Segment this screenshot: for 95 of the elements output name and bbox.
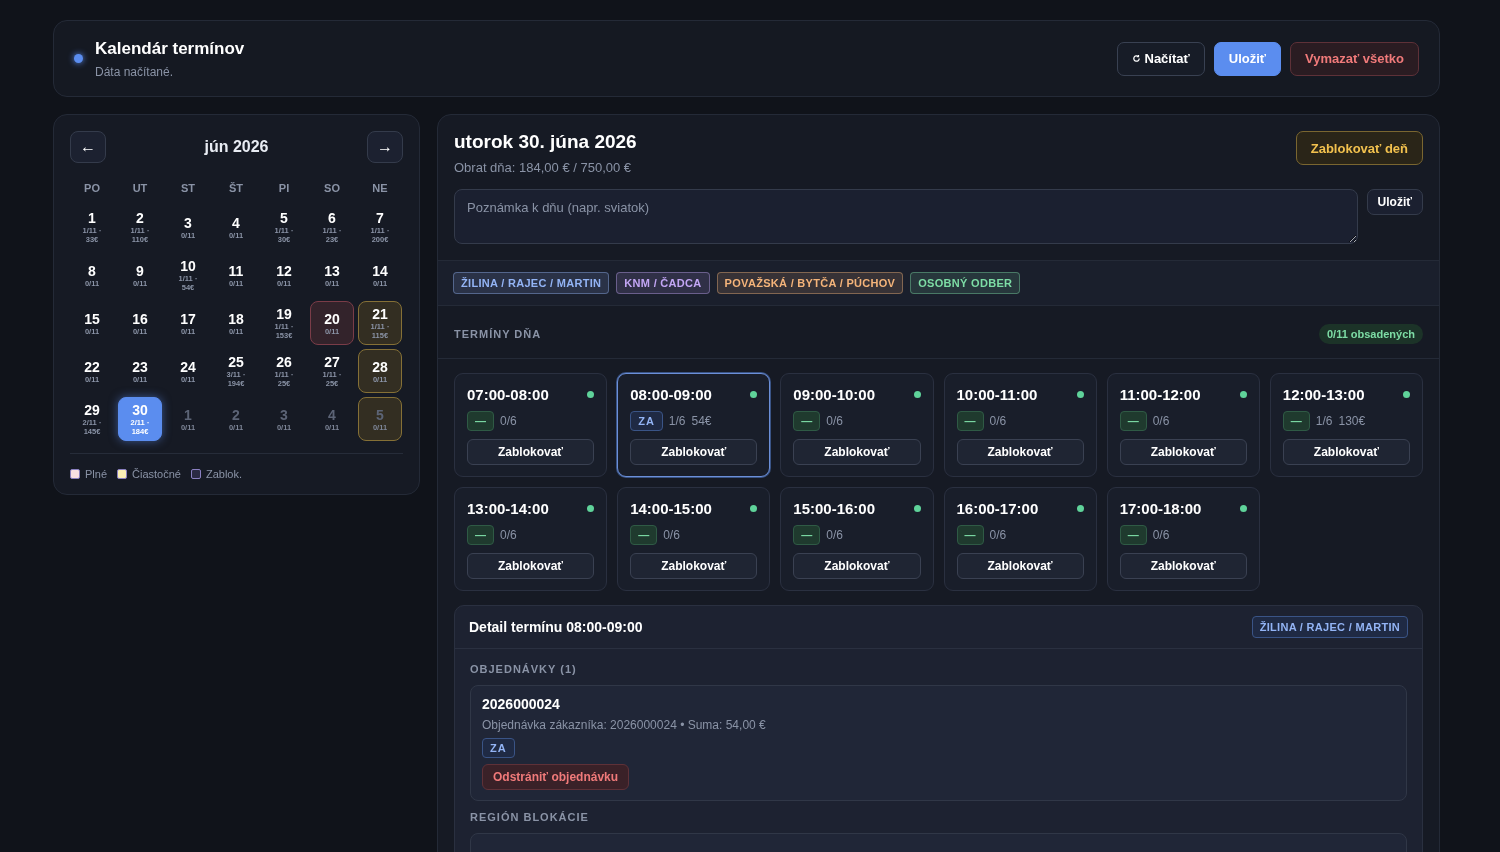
block-slot-button[interactable]: Zablokovať	[956, 553, 1084, 579]
order-number: 2026000024	[482, 696, 560, 712]
time-slot-card[interactable]: 07:00-08:00 — 0/6 Zablokovať	[454, 373, 608, 477]
slot-time: 17:00-18:00	[1119, 500, 1202, 517]
slot-count: 0/6	[1152, 414, 1170, 428]
slot-count: 0/6	[1152, 528, 1170, 542]
remove-order-button[interactable]: Odstrániť objednávku	[482, 764, 630, 790]
time-slot-card[interactable]: 10:00-11:00 — 0/6 Zablokovať	[943, 373, 1097, 477]
slot-amount: 54€	[691, 414, 712, 428]
slot-time: 13:00-14:00	[467, 500, 549, 517]
slot-count: 0/6	[500, 414, 517, 428]
slot-count: 1/6	[668, 414, 686, 428]
block-slot-button[interactable]: Zablokovať	[467, 553, 595, 579]
legend-label: Plné	[85, 468, 108, 480]
region-chip: —	[793, 525, 821, 545]
region-tag[interactable]: ŽILINA / RAJEC / MARTIN	[453, 272, 610, 294]
status-dot-icon	[74, 54, 83, 63]
time-slot-card[interactable]: 16:00-17:00 — 0/6 Zablokovať	[943, 487, 1097, 591]
block-slot-button[interactable]: Zablokovať	[467, 439, 595, 465]
detail-title: Detail termínu 08:00-09:00	[469, 619, 643, 635]
region-tag[interactable]: POVAŽSKÁ / BYTČA / PÚCHOV	[716, 272, 904, 294]
region-chip: —	[956, 525, 984, 545]
slot-count: 0/6	[500, 528, 517, 542]
section-label: OBJEDNÁVKY (1)	[470, 663, 577, 675]
slot-count: 1/6	[1315, 414, 1333, 428]
weekday-label: PO	[83, 181, 101, 196]
previous-month-button[interactable]: ←	[70, 131, 106, 163]
turnover-text: Obrat dňa: 184,00 € / 750,00 €	[454, 160, 633, 175]
slot-count: 0/6	[989, 414, 1007, 428]
time-slot-card[interactable]: 09:00-10:00 — 0/6 Zablokovať	[780, 373, 934, 477]
time-slot-card[interactable]: 17:00-18:00 — 0/6 Zablokovať	[1106, 487, 1260, 591]
slot-time: 11:00-12:00	[1119, 386, 1201, 403]
time-slot-card[interactable]: 13:00-14:00 — 0/6 Zablokovať	[454, 487, 608, 591]
block-slot-button[interactable]: Zablokovať	[793, 439, 921, 465]
region-chip: —	[1282, 411, 1310, 431]
status-text: Dáta načítané.	[95, 64, 175, 79]
section-label: REGIÓN BLOKÁCIE	[470, 811, 589, 823]
slot-time: 14:00-15:00	[630, 500, 712, 517]
weekday-label: PI	[277, 181, 291, 196]
region-tag[interactable]: KNM / ČADCA	[616, 272, 710, 294]
slot-time: 10:00-11:00	[956, 386, 1038, 403]
time-slot-card[interactable]: 15:00-16:00 — 0/6 Zablokovať	[780, 487, 934, 591]
slot-time: 09:00-10:00	[793, 386, 876, 403]
weekday-label: UT	[131, 181, 149, 196]
region-chip: —	[1119, 411, 1147, 431]
block-day-button[interactable]: Zablokovať deň	[1295, 131, 1423, 165]
slot-time: 12:00-13:00	[1282, 386, 1365, 403]
legend-label: Čiastočné	[132, 468, 181, 480]
slot-time: 15:00-16:00	[793, 500, 876, 517]
region-chip: —	[793, 411, 821, 431]
weekday-label: SO	[323, 181, 341, 196]
slot-count: 0/6	[989, 528, 1007, 542]
next-month-button[interactable]: →	[367, 131, 403, 163]
block-slot-button[interactable]: Zablokovať	[956, 439, 1084, 465]
order-description: Objednávka zákazníka: 2026000024 • Suma: 54,00 €	[482, 718, 766, 732]
slot-time: 07:00-08:00	[467, 386, 549, 403]
time-slot-card[interactable]: 11:00-12:00 — 0/6 Zablokovať	[1106, 373, 1260, 477]
header-button[interactable]: Načítať	[1116, 41, 1205, 76]
weekday-label: NE	[371, 181, 389, 196]
time-slot-card[interactable]: 12:00-13:00 — 1/6 130€ Zablokovať	[1269, 373, 1423, 477]
region-chip: —	[467, 411, 494, 431]
region-chip: ZA	[630, 411, 663, 431]
region-chip: —	[956, 411, 984, 431]
region-tag: ŽILINA / RAJEC / MARTIN	[1251, 616, 1408, 638]
day-title: utorok 30. júna 2026	[454, 131, 637, 153]
slot-time: 16:00-17:00	[956, 500, 1039, 517]
block-slot-button[interactable]: Zablokovať	[1282, 439, 1410, 465]
slot-count: 0/6	[663, 528, 680, 542]
weekday-label: ŠT	[227, 181, 245, 196]
slot-count: 0/6	[826, 528, 843, 542]
block-slot-button[interactable]: Zablokovať	[630, 439, 758, 465]
block-slot-button[interactable]: Zablokovať	[793, 553, 921, 579]
refresh-icon	[1131, 54, 1141, 63]
region-tag[interactable]: OSOBNÝ ODBER	[910, 272, 1021, 294]
region-chip: —	[1119, 525, 1147, 545]
slot-amount: 130€	[1338, 414, 1366, 428]
header-button[interactable]: Vymazať všetko	[1290, 41, 1419, 76]
time-slot-card[interactable]: 08:00-09:00 ZA 1/6 54€ Zablokovať	[617, 373, 771, 477]
weekday-label: ST	[179, 181, 197, 196]
region-chip: —	[630, 525, 658, 545]
slot-time: 08:00-09:00	[630, 386, 712, 403]
region-chip: —	[467, 525, 494, 545]
region-chip: ZA	[482, 738, 515, 758]
occupancy-badge: 0/11 obsadených	[1318, 324, 1423, 344]
block-slot-button[interactable]: Zablokovať	[630, 553, 758, 579]
slot-count: 0/6	[826, 414, 843, 428]
time-slot-card[interactable]: 14:00-15:00 — 0/6 Zablokovať	[617, 487, 771, 591]
section-label: TERMÍNY DŇA	[454, 328, 542, 340]
month-title: jún 2026	[204, 138, 269, 156]
block-slot-button[interactable]: Zablokovať	[1119, 439, 1247, 465]
save-note-button[interactable]: Uložiť	[1366, 189, 1423, 215]
page-title: Kalendár termínov	[95, 38, 245, 59]
legend-label: Zablok.	[205, 468, 243, 480]
block-slot-button[interactable]: Zablokovať	[1119, 553, 1247, 579]
note-field[interactable]: Poznámka k dňu (napr. sviatok)	[454, 189, 1358, 244]
